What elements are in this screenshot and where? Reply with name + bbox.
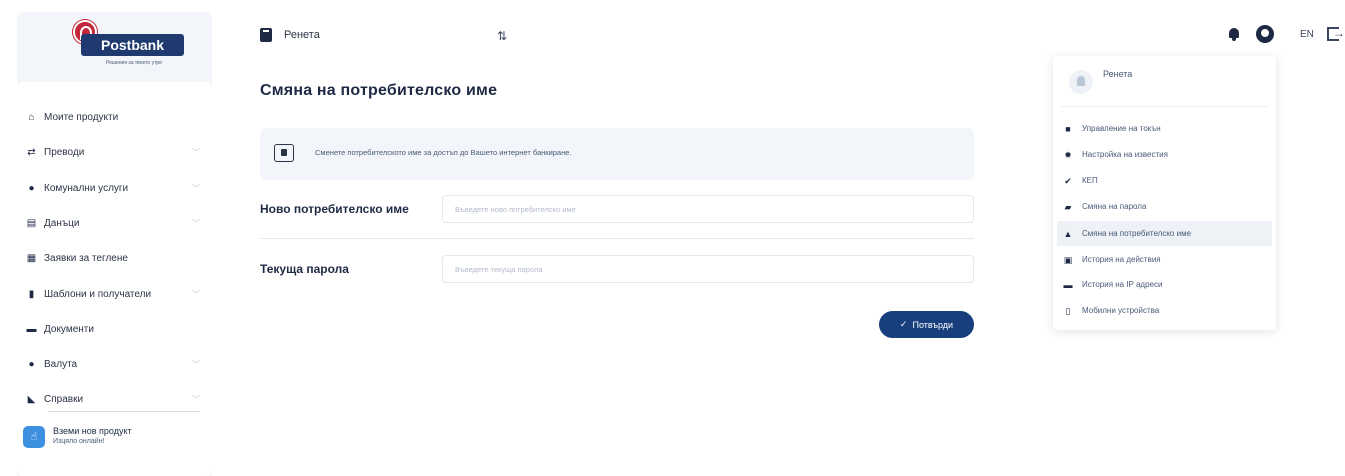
chevron-down-icon: ﹀ bbox=[192, 360, 200, 369]
sidebar-item-documents[interactable]: ▬ Документи bbox=[26, 320, 206, 338]
history-icon: ▣ bbox=[1063, 254, 1073, 265]
sidebar: Postbank Решения за твоето утре ⌂ Моите … bbox=[17, 12, 212, 476]
currency-icon: ● bbox=[28, 358, 35, 370]
switch-profile-icon[interactable]: ⇅ bbox=[497, 29, 507, 43]
lock-icon: ▰ bbox=[1064, 201, 1072, 212]
sidebar-item-label: Моите продукти bbox=[44, 111, 119, 123]
gear-icon: ✹ bbox=[1064, 149, 1072, 160]
folder-icon: ▬ bbox=[26, 323, 37, 335]
menu-item-mobile-devices[interactable]: ▯ Мобилни устройства bbox=[1053, 298, 1276, 323]
logout-icon[interactable] bbox=[1327, 26, 1345, 41]
sidebar-item-my-products[interactable]: ⌂ Моите продукти bbox=[26, 108, 206, 126]
chevron-down-icon: ﹀ bbox=[192, 290, 200, 299]
menu-item-label: История на действия bbox=[1082, 255, 1161, 264]
tax-doc-icon: ▤ bbox=[26, 217, 37, 229]
new-product-promo[interactable]: ☝ Вземи нов продукт Изцяло онлайн! bbox=[23, 420, 203, 458]
sidebar-item-label: Шаблони и получатели bbox=[44, 288, 152, 300]
menu-item-label: КЕП bbox=[1082, 176, 1098, 185]
user-icon: ▲ bbox=[1063, 228, 1073, 239]
bulb-icon: ● bbox=[28, 182, 35, 194]
chevron-down-icon: ﹀ bbox=[192, 219, 200, 228]
menu-item-label: Смяна на парола bbox=[1082, 202, 1147, 211]
templates-icon: ▮ bbox=[28, 288, 35, 300]
menu-item-label: История на IP адреси bbox=[1082, 280, 1163, 289]
sidebar-item-label: Валута bbox=[44, 358, 78, 370]
menu-item-change-password[interactable]: ▰ Смяна на парола bbox=[1053, 194, 1276, 219]
sidebar-item-label: Преводи bbox=[44, 146, 85, 158]
menu-item-kep[interactable]: ✔ КЕП bbox=[1053, 168, 1276, 193]
avatar bbox=[1069, 70, 1093, 94]
dropdown-user: Ренета bbox=[1065, 64, 1265, 104]
mobile-icon: ▯ bbox=[1065, 305, 1071, 316]
brand-name: Postbank bbox=[81, 34, 184, 56]
sidebar-divider bbox=[48, 411, 200, 412]
menu-item-notifications[interactable]: ✹ Настройка на известия bbox=[1053, 142, 1276, 167]
current-user-selector[interactable]: Ренета bbox=[260, 28, 320, 42]
shield-check-icon: ✔ bbox=[1064, 175, 1072, 186]
profile-menu-icon[interactable] bbox=[1256, 25, 1274, 43]
chevron-down-icon: ﹀ bbox=[192, 148, 200, 157]
current-user-name: Ренета bbox=[284, 29, 320, 41]
lock-info-icon bbox=[274, 144, 294, 162]
menu-item-action-history[interactable]: ▣ История на действия bbox=[1053, 247, 1276, 272]
confirm-button[interactable]: ✓ Потвърди bbox=[879, 311, 974, 338]
bank-icon: ▦ bbox=[26, 252, 37, 264]
page-title: Смяна на потребителско име bbox=[260, 82, 498, 99]
sidebar-item-transfers[interactable]: ⇄ Преводи ﹀ bbox=[26, 143, 206, 161]
sidebar-item-label: Документи bbox=[44, 323, 94, 335]
profile-dropdown: Ренета ■ Управление на токън ✹ Настройка… bbox=[1053, 56, 1276, 330]
touch-icon: ☝ bbox=[23, 426, 45, 448]
sidebar-item-label: Данъци bbox=[44, 217, 80, 229]
dropdown-divider bbox=[1061, 106, 1268, 107]
reports-icon: ◣ bbox=[27, 393, 36, 405]
monitor-icon: ▬ bbox=[1063, 279, 1073, 290]
user-card-icon bbox=[260, 28, 272, 42]
token-icon: ■ bbox=[1065, 123, 1071, 134]
menu-item-label: Мобилни устройства bbox=[1082, 306, 1160, 315]
menu-item-label: Настройка на известия bbox=[1082, 150, 1168, 159]
sidebar-item-withdrawals[interactable]: ▦ Заявки за теглене bbox=[26, 249, 206, 267]
menu-item-change-username[interactable]: ▲ Смяна на потребителско име bbox=[1057, 221, 1272, 246]
sidebar-item-reports[interactable]: ◣ Справки ﹀ bbox=[26, 390, 206, 408]
sidebar-item-label: Заявки за теглене bbox=[44, 252, 128, 264]
new-username-label: Ново потребителско име bbox=[260, 202, 409, 216]
new-username-input[interactable] bbox=[442, 195, 974, 223]
language-switch[interactable]: EN bbox=[1300, 29, 1314, 40]
current-password-label: Текуща парола bbox=[260, 262, 349, 276]
current-password-input[interactable] bbox=[442, 255, 974, 283]
check-icon: ✓ bbox=[899, 319, 908, 329]
menu-item-ip-history[interactable]: ▬ История на IP адреси bbox=[1053, 272, 1276, 297]
sidebar-item-label: Справки bbox=[44, 393, 84, 405]
postbank-logo[interactable]: Postbank Решения за твоето утре bbox=[59, 20, 184, 70]
transfer-icon: ⇄ bbox=[27, 146, 36, 158]
dropdown-user-name: Ренета bbox=[1103, 69, 1133, 79]
menu-item-token[interactable]: ■ Управление на токън bbox=[1053, 116, 1276, 141]
chevron-down-icon: ﹀ bbox=[192, 395, 200, 404]
info-text: Сменете потребителското име за достъп до… bbox=[315, 148, 572, 157]
menu-item-label: Смяна на потребителско име bbox=[1082, 229, 1192, 238]
menu-item-label: Управление на токън bbox=[1082, 124, 1161, 133]
confirm-button-label: Потвърди bbox=[912, 319, 954, 330]
brand-tagline: Решения за твоето утре bbox=[106, 60, 162, 66]
sidebar-menu: ⌂ Моите продукти ⇄ Преводи ﹀ ● Комунални… bbox=[17, 82, 212, 476]
sidebar-item-taxes[interactable]: ▤ Данъци ﹀ bbox=[26, 214, 206, 232]
form-divider bbox=[260, 238, 974, 239]
home-icon: ⌂ bbox=[28, 111, 35, 123]
promo-subtitle: Изцяло онлайн! bbox=[53, 438, 105, 445]
sidebar-item-utilities[interactable]: ● Комунални услуги ﹀ bbox=[26, 179, 206, 197]
info-banner: Сменете потребителското име за достъп до… bbox=[260, 128, 974, 180]
sidebar-item-label: Комунални услуги bbox=[44, 182, 129, 194]
bell-icon[interactable] bbox=[1227, 27, 1241, 41]
app-root: Postbank Решения за твоето утре ⌂ Моите … bbox=[0, 0, 1345, 476]
chevron-down-icon: ﹀ bbox=[192, 184, 200, 193]
promo-title: Вземи нов продукт bbox=[53, 426, 132, 436]
sidebar-item-currency[interactable]: ● Валута ﹀ bbox=[26, 355, 206, 373]
sidebar-item-templates[interactable]: ▮ Шаблони и получатели ﹀ bbox=[26, 285, 206, 303]
